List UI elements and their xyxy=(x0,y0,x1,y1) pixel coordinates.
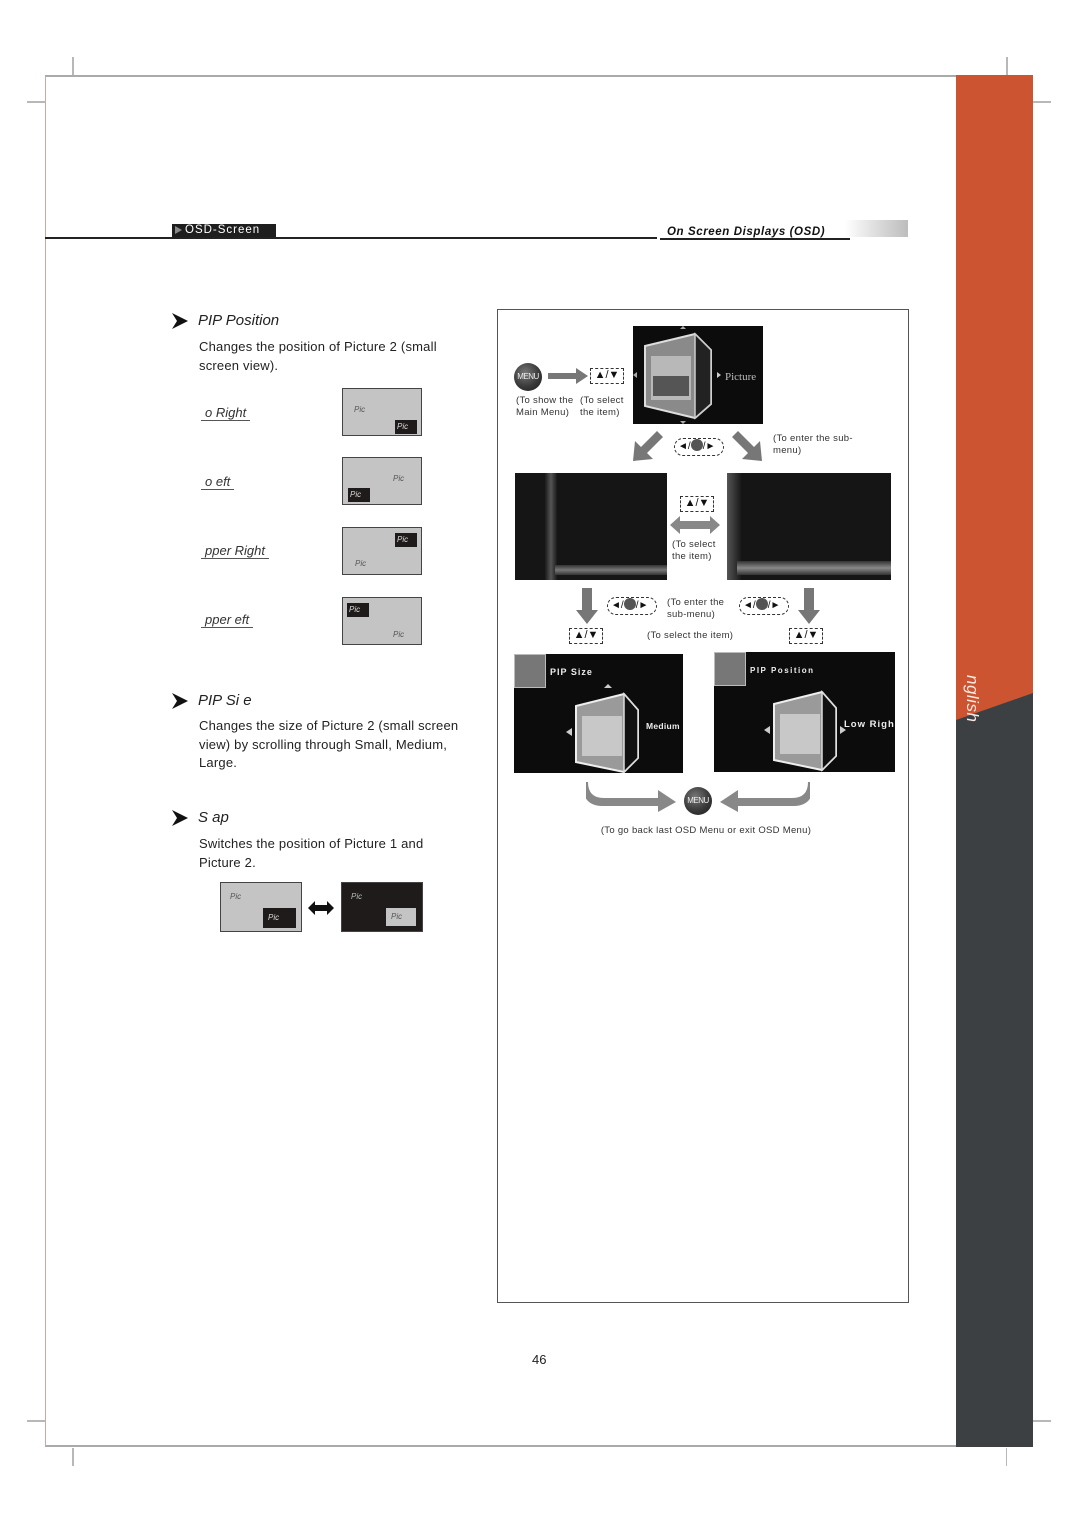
enter-button-icon xyxy=(690,439,703,452)
section-description: Changes the position of Picture 2 (small… xyxy=(199,339,437,373)
pip-diagram-low-left: Pic Pic xyxy=(342,457,422,505)
section-title-pip-position: PIP Position xyxy=(198,312,280,329)
right-arrow-icon xyxy=(548,368,588,384)
osd-picture-label: Picture xyxy=(725,371,757,383)
option-label-low-right: o Right xyxy=(201,405,251,421)
section-tag-label: OSD-Screen xyxy=(185,224,261,236)
pip-inset: Pic xyxy=(263,908,296,928)
pip-inset: Pic xyxy=(395,533,417,547)
section-tag: OSD-Screen xyxy=(172,224,276,237)
triangle-icon xyxy=(175,226,182,234)
osd-pip-size-title: PIP Size xyxy=(550,667,593,677)
swap-arrow-icon xyxy=(308,901,334,915)
note-enter-submenu-middle: (To enter the sub-menu) xyxy=(667,597,725,620)
pip-diagram-low-right: Pic Pic xyxy=(342,388,422,436)
down-right-arrow-icon xyxy=(732,431,762,461)
left-enter-right-keys-icon: ◄//► xyxy=(739,597,789,615)
option-label-upper-left: pper eft xyxy=(201,612,254,628)
main-pic-label: Pic xyxy=(355,559,367,568)
main-pic-label: Pic xyxy=(354,405,366,414)
pip-inset: Pic xyxy=(386,908,416,926)
down-arrow-icon xyxy=(576,588,598,624)
swap-before-diagram: Pic Pic xyxy=(220,882,302,932)
section-description: Switches the position of Picture 1 and P… xyxy=(199,836,424,870)
up-down-keys-icon: ▲/▼ xyxy=(789,628,823,644)
arrow-bullet-icon xyxy=(172,313,188,329)
note-select-item-bottom: (To select the item) xyxy=(647,630,734,641)
up-down-keys-icon: ▲/▼ xyxy=(569,628,603,644)
header-rule xyxy=(45,237,657,239)
option-label-low-left: o eft xyxy=(201,474,235,490)
decor xyxy=(737,561,891,575)
up-down-keys-icon: ▲/▼ xyxy=(680,496,714,512)
cube-icon xyxy=(764,690,846,772)
main-pic-label: Pic xyxy=(230,892,242,901)
osd-pip-position-title: PIP Position xyxy=(750,666,815,675)
pip-diagram-upper-right: Pic Pic xyxy=(342,527,422,575)
thumbnail xyxy=(514,654,546,688)
osd-main-menu-screenshot: Picture xyxy=(633,326,763,424)
pip-inset: Pic xyxy=(348,488,370,502)
crop-mark xyxy=(72,57,74,75)
crop-mark xyxy=(27,101,45,103)
osd-submenu-screenshot-left xyxy=(515,473,667,580)
thumbnail xyxy=(714,652,746,686)
language-side-tab: nglish xyxy=(956,75,1033,1447)
chapter-title: On Screen Displays (OSD) xyxy=(667,226,826,238)
swap-after-diagram: Pic Pic xyxy=(341,882,423,932)
menu-button-icon: MENU xyxy=(514,363,542,391)
note-select-item-middle: (To select the item) xyxy=(672,539,716,562)
osd-pip-size-screenshot: PIP Size Medium xyxy=(514,654,683,773)
curved-right-arrow-icon xyxy=(586,782,676,812)
section-description: Changes the size of Picture 2 (small scr… xyxy=(199,718,459,770)
osd-pip-position-value: Low Righ xyxy=(844,719,895,730)
note-enter-submenu: (To enter the sub-menu) xyxy=(773,433,853,456)
section-title-swap: S ap xyxy=(198,809,229,826)
crop-mark xyxy=(72,1448,74,1466)
page-number: 46 xyxy=(532,1352,547,1367)
up-down-keys-icon: ▲/▼ xyxy=(590,368,624,384)
osd-pip-size-value: Medium xyxy=(646,721,680,731)
main-pic-label: Pic xyxy=(393,630,405,639)
pip-inset: Pic xyxy=(395,420,417,434)
down-left-arrow-icon xyxy=(633,431,663,461)
pip-inset: Pic xyxy=(347,603,369,617)
decor xyxy=(545,473,557,580)
main-pic-label: Pic xyxy=(393,474,405,483)
crop-mark xyxy=(1006,57,1008,75)
crop-mark xyxy=(27,1420,45,1422)
osd-pip-position-screenshot: PIP Position Low Righ xyxy=(714,652,895,772)
menu-button-icon: MENU xyxy=(684,787,712,815)
note-show-main-menu: (To show the Main Menu) xyxy=(516,395,574,418)
crop-mark xyxy=(1033,1420,1051,1422)
arrow-bullet-icon xyxy=(172,693,188,709)
cube-icon xyxy=(566,684,639,773)
pip-diagram-upper-left: Pic Pic xyxy=(342,597,422,645)
option-label-upper-right: pper Right xyxy=(201,543,269,559)
main-pic-label: Pic xyxy=(351,892,363,901)
osd-submenu-screenshot-right xyxy=(727,473,891,580)
note-select-item: (To select the item) xyxy=(580,395,624,418)
decor xyxy=(555,565,667,575)
enter-button-icon xyxy=(755,598,768,611)
arrow-bullet-icon xyxy=(172,810,188,826)
language-label: nglish xyxy=(963,675,982,723)
chapter-header: On Screen Displays (OSD) xyxy=(660,220,908,240)
section-title-pip-size: PIP Si e xyxy=(198,692,252,709)
crop-mark xyxy=(1033,101,1051,103)
left-enter-right-keys-icon: ◄//► xyxy=(607,597,657,615)
curved-left-arrow-icon xyxy=(720,782,810,812)
enter-button-icon xyxy=(623,598,636,611)
chapter-underline xyxy=(660,238,850,240)
left-right-arrow-icon xyxy=(670,516,720,534)
side-tab-accent xyxy=(956,75,1033,720)
note-go-back: (To go back last OSD Menu or exit OSD Me… xyxy=(600,825,812,836)
down-arrow-icon xyxy=(798,588,820,624)
header-gradient xyxy=(845,220,908,237)
left-enter-right-keys-icon: ◄//► xyxy=(674,438,724,456)
crop-mark xyxy=(1006,1448,1007,1466)
